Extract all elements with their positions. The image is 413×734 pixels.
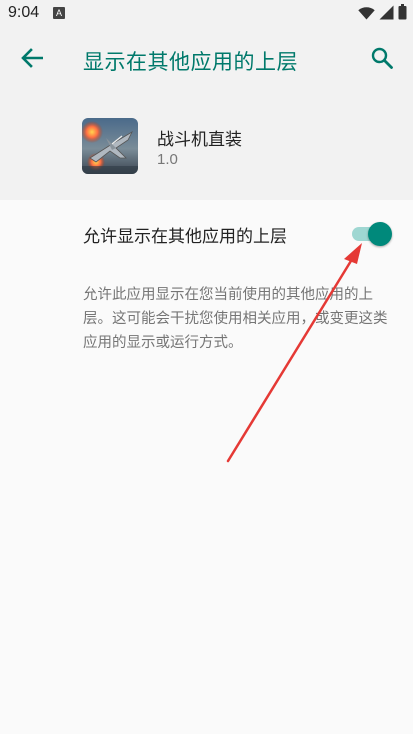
search-icon <box>371 47 393 73</box>
page-title: 显示在其他应用的上层 <box>83 50 298 74</box>
status-time: 9:04 <box>8 4 40 21</box>
allow-overlay-setting-row[interactable]: 允许显示在其他应用的上层 <box>0 204 413 264</box>
toggle-thumb <box>368 222 392 246</box>
battery-icon <box>398 4 407 24</box>
app-header: 战斗机直装 1.0 <box>0 92 413 200</box>
screen: 9:04 A 显示在其他应用的上层 战斗机直装 1.0 允许显示在其他应用的上层… <box>0 0 413 734</box>
status-bar: 9:04 A <box>0 0 413 28</box>
search-button[interactable] <box>365 43 399 77</box>
allow-overlay-label: 允许显示在其他应用的上层 <box>83 227 287 247</box>
signal-icon <box>379 5 394 24</box>
app-version: 1.0 <box>157 151 178 168</box>
app-bar: 显示在其他应用的上层 <box>0 28 413 92</box>
setting-description: 允许此应用显示在您当前使用的其他应用的上层。这可能会干扰您使用相关应用，或变更这… <box>83 287 388 351</box>
fighter-jet-app-icon <box>82 118 138 174</box>
allow-overlay-toggle[interactable] <box>350 222 392 246</box>
back-button[interactable] <box>14 43 50 77</box>
wifi-icon <box>358 5 375 24</box>
app-name: 战斗机直装 <box>157 130 242 150</box>
status-icons <box>358 4 407 24</box>
notification-a-icon: A <box>53 7 65 19</box>
arrow-left-icon <box>21 48 44 72</box>
